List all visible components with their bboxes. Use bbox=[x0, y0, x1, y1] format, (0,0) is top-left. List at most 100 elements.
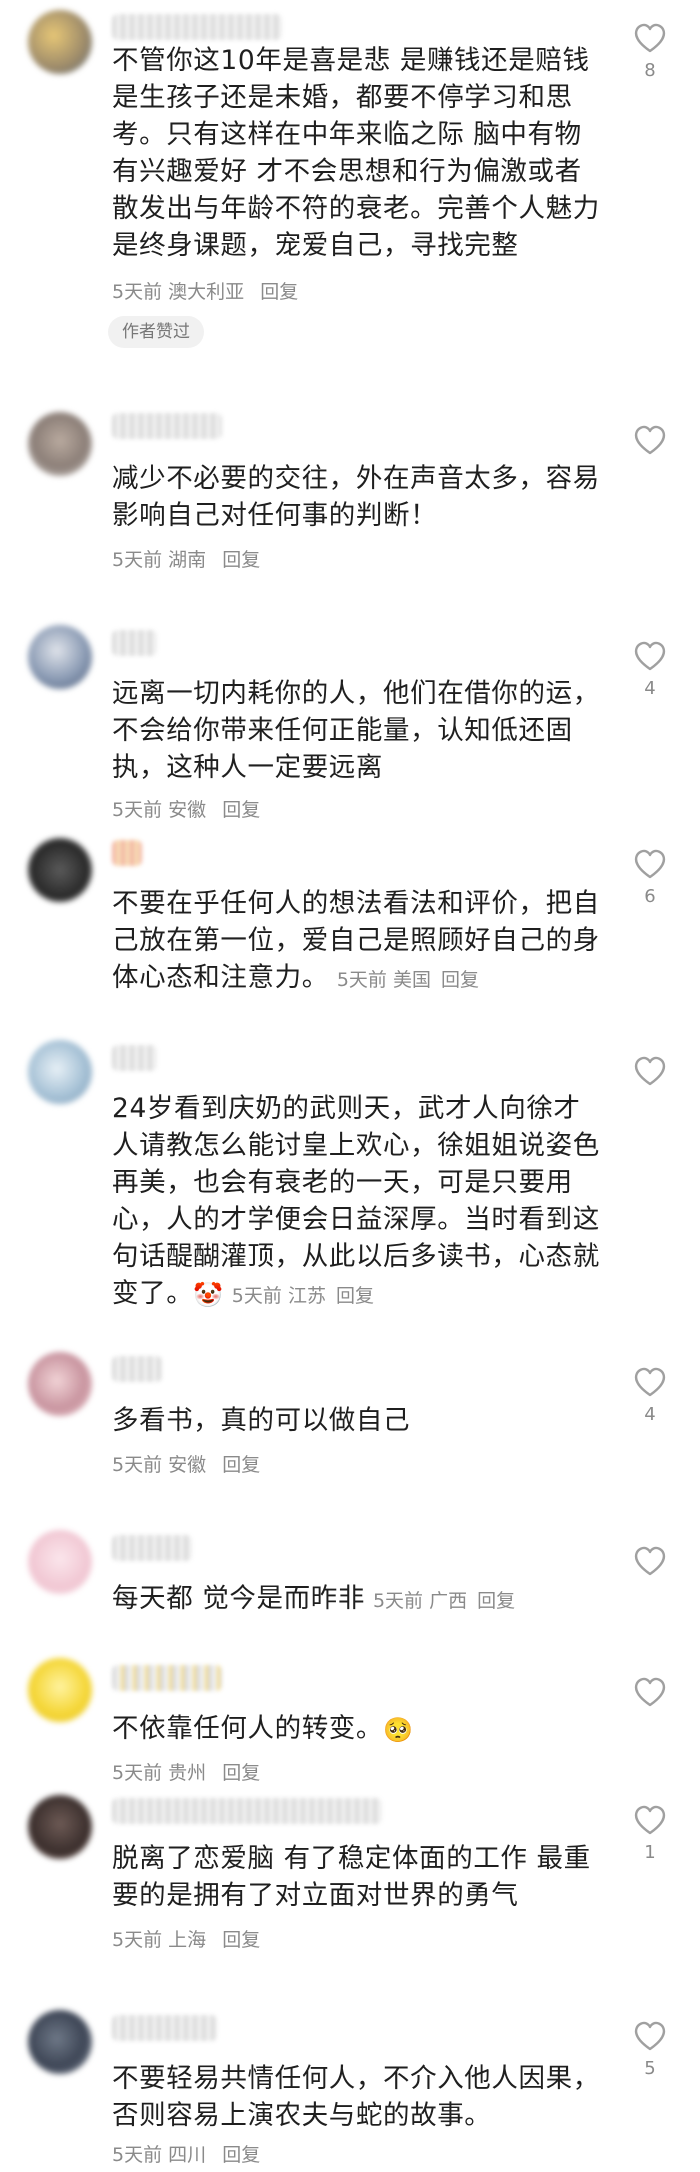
comment-location: 广西 bbox=[429, 1590, 468, 1612]
username[interactable] bbox=[112, 1535, 192, 1561]
username[interactable] bbox=[112, 840, 142, 866]
heart-outline-icon bbox=[634, 1805, 666, 1835]
like-button[interactable]: 1 bbox=[630, 1804, 670, 1863]
like-count: 8 bbox=[644, 60, 656, 81]
pleading-face-emoji-icon: 🥺 bbox=[383, 1715, 414, 1744]
heart-outline-icon bbox=[634, 425, 666, 455]
reply-button[interactable]: 回复 bbox=[477, 1590, 515, 1612]
avatar[interactable] bbox=[28, 10, 92, 74]
comment-location: 湖南 bbox=[168, 549, 207, 571]
heart-outline-icon bbox=[634, 849, 666, 879]
comment-text: 多看书，真的可以做自己 bbox=[112, 1405, 411, 1436]
comment-time: 5天前 bbox=[112, 1929, 163, 1951]
like-count: 6 bbox=[644, 886, 656, 907]
comment-time: 5天前 bbox=[112, 549, 163, 571]
avatar[interactable] bbox=[28, 1352, 92, 1416]
heart-outline-icon bbox=[634, 1677, 666, 1707]
comment-meta: 5天前 安徽 回复 bbox=[112, 795, 260, 822]
comment-time: 5天前 bbox=[336, 969, 387, 991]
like-count: 4 bbox=[644, 678, 656, 699]
heart-outline-icon bbox=[634, 1546, 666, 1576]
clown-emoji-icon: 🤡 bbox=[193, 1280, 224, 1309]
comment-meta: 5天前 四川 回复 bbox=[112, 2140, 260, 2167]
comment-location: 四川 bbox=[168, 2144, 207, 2166]
comment-time: 5天前 bbox=[112, 799, 163, 821]
comment-text: 减少不必要的交往，外在声音太多，容易影响自己对任何事的判断！ bbox=[112, 463, 600, 531]
reply-button[interactable]: 回复 bbox=[441, 969, 479, 991]
like-button[interactable] bbox=[630, 1055, 670, 1087]
comment-time: 5天前 bbox=[112, 281, 163, 303]
reply-button[interactable]: 回复 bbox=[222, 1929, 260, 1951]
like-button[interactable] bbox=[630, 1545, 670, 1577]
comment-meta: 5天前 安徽 回复 bbox=[112, 1450, 260, 1477]
avatar[interactable] bbox=[28, 1658, 92, 1722]
comment-location: 江苏 bbox=[287, 1285, 326, 1307]
reply-button[interactable]: 回复 bbox=[222, 1762, 260, 1784]
like-button[interactable] bbox=[630, 424, 670, 456]
heart-outline-icon bbox=[634, 1056, 666, 1086]
comment-meta: 5天前 美国 回复 bbox=[337, 969, 479, 991]
avatar[interactable] bbox=[28, 412, 92, 476]
comment-text: 不依靠任何人的转变。🥺 bbox=[112, 1710, 602, 1747]
like-button[interactable]: 4 bbox=[630, 1366, 670, 1425]
like-count: 1 bbox=[644, 1842, 656, 1863]
like-button[interactable]: 8 bbox=[630, 22, 670, 81]
comment-text: 脱离了恋爱脑 有了稳定体面的工作 最重要的是拥有了对立面对世界的勇气 bbox=[112, 1843, 591, 1911]
comment-text: 不管你这10年是喜是悲 是赚钱还是赔钱是生孩子还是未婚，都要不停学习和思考。只有… bbox=[112, 45, 600, 261]
comment-time: 5天前 bbox=[112, 2144, 163, 2166]
like-count: 5 bbox=[644, 2058, 656, 2079]
comment-location: 贵州 bbox=[168, 1762, 207, 1784]
comment-meta: 5天前 湖南 回复 bbox=[112, 545, 260, 572]
comment-meta: 5天前 澳大利亚 回复 bbox=[112, 277, 298, 304]
username[interactable] bbox=[112, 14, 282, 40]
comment-body: 24岁看到庆奶的武则天，武才人向徐才人请教怎么能讨皇上欢心，徐姐姐说姿色再美，也… bbox=[112, 1093, 600, 1309]
username[interactable] bbox=[112, 2015, 217, 2041]
reply-button[interactable]: 回复 bbox=[222, 2144, 260, 2166]
comment-text: 每天都 觉今是而昨非 5天前 广西 回复 bbox=[112, 1580, 602, 1620]
avatar[interactable] bbox=[28, 625, 92, 689]
comment-meta: 5天前 江苏 回复 bbox=[232, 1285, 374, 1307]
like-button[interactable] bbox=[630, 1676, 670, 1708]
comment-location: 澳大利亚 bbox=[168, 281, 245, 303]
comment-text: 远离一切内耗你的人，他们在借你的运，不会给你带来任何正能量，认知低还固执，这种人… bbox=[112, 678, 600, 783]
comment-body: 每天都 觉今是而昨非 bbox=[112, 1583, 365, 1614]
comment-time: 5天前 bbox=[112, 1454, 163, 1476]
comment-time: 5天前 bbox=[112, 1762, 163, 1784]
heart-outline-icon bbox=[634, 1367, 666, 1397]
username[interactable] bbox=[112, 413, 222, 439]
comment-time: 5天前 bbox=[231, 1285, 282, 1307]
username[interactable] bbox=[112, 630, 157, 656]
like-button[interactable]: 4 bbox=[630, 640, 670, 699]
comment-text: 24岁看到庆奶的武则天，武才人向徐才人请教怎么能讨皇上欢心，徐姐姐说姿色再美，也… bbox=[112, 1090, 602, 1315]
comment-location: 上海 bbox=[168, 1929, 207, 1951]
avatar[interactable] bbox=[28, 838, 92, 902]
comment-meta: 5天前 广西 回复 bbox=[373, 1590, 515, 1612]
comment-time: 5天前 bbox=[372, 1590, 424, 1612]
reply-button[interactable]: 回复 bbox=[222, 1454, 260, 1476]
username[interactable] bbox=[112, 1045, 157, 1071]
reply-button[interactable]: 回复 bbox=[222, 799, 260, 821]
avatar[interactable] bbox=[28, 1795, 92, 1859]
reply-button[interactable]: 回复 bbox=[222, 549, 260, 571]
comment-location: 安徽 bbox=[168, 1454, 207, 1476]
username[interactable] bbox=[112, 1665, 222, 1691]
reply-button[interactable]: 回复 bbox=[336, 1285, 374, 1307]
avatar[interactable] bbox=[28, 1040, 92, 1104]
avatar[interactable] bbox=[28, 1530, 92, 1594]
reply-button[interactable]: 回复 bbox=[260, 281, 298, 303]
avatar[interactable] bbox=[28, 2010, 92, 2074]
comment-location: 美国 bbox=[392, 969, 431, 991]
comment-meta: 5天前 上海 回复 bbox=[112, 1925, 260, 1952]
like-button[interactable]: 6 bbox=[630, 848, 670, 907]
heart-outline-icon bbox=[634, 23, 666, 53]
username[interactable] bbox=[112, 1798, 382, 1824]
comment-text: 不要轻易共情任何人，不介入他人因果，否则容易上演农夫与蛇的故事。 bbox=[112, 2063, 600, 2131]
comment-meta: 5天前 贵州 回复 bbox=[112, 1758, 260, 1785]
like-button[interactable]: 5 bbox=[630, 2020, 670, 2079]
username[interactable] bbox=[112, 1356, 162, 1382]
comment-location: 安徽 bbox=[168, 799, 207, 821]
like-count: 4 bbox=[644, 1404, 656, 1425]
heart-outline-icon bbox=[634, 2021, 666, 2051]
comment-body: 不依靠任何人的转变。 bbox=[112, 1713, 383, 1744]
comment-text: 不要在乎任何人的想法看法和评价，把自己放在第一位，爱自己是照顾好自己的身体心态和… bbox=[112, 885, 602, 999]
